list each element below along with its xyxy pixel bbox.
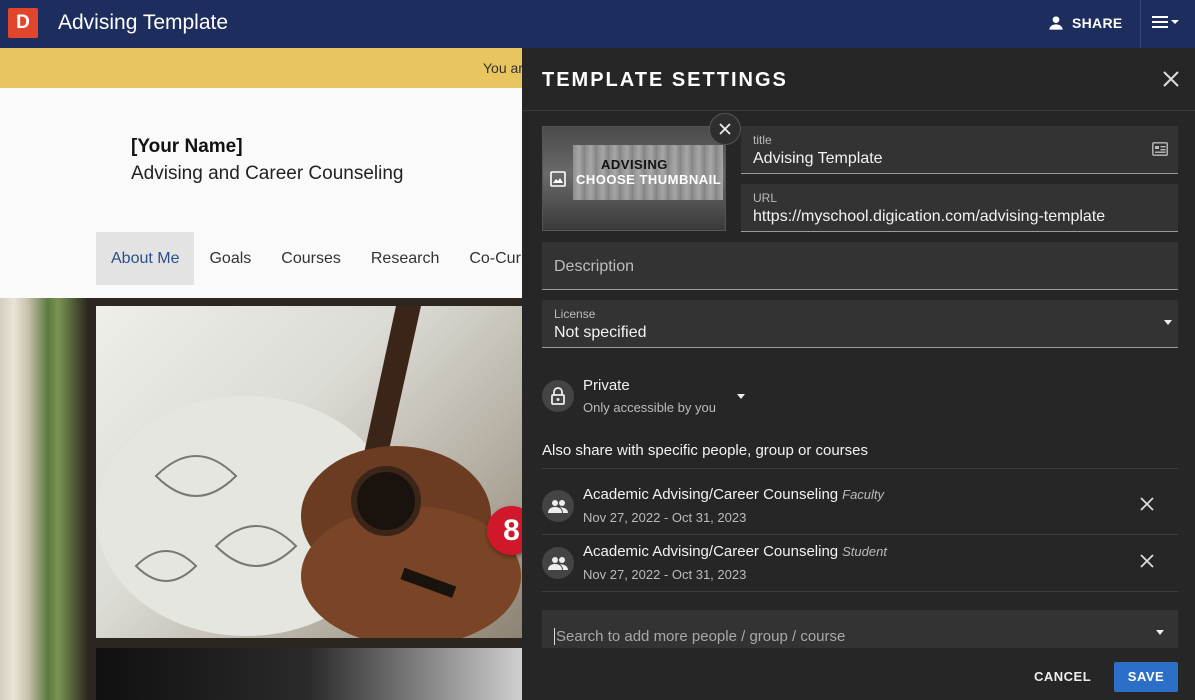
license-label: License [554,307,596,321]
privacy-setting-title[interactable]: Private [583,377,630,394]
license-select[interactable]: License Not specified [542,300,1178,348]
title-field[interactable]: title Advising Template [741,126,1178,174]
share-list-bottom-divider [542,591,1178,592]
share-date-range: Nov 27, 2022 - Oct 31, 2023 [583,567,747,582]
panel-title: TEMPLATE SETTINGS [542,69,788,91]
id-card-icon [1152,142,1168,156]
license-dropdown-arrow-icon [1164,320,1172,325]
close-icon [1140,554,1154,568]
close-icon [1163,71,1179,87]
group-icon [542,490,574,522]
remove-share-button[interactable] [1140,554,1154,573]
nav-item-courses[interactable]: Courses [266,232,356,285]
share-list-divider [542,468,1178,469]
topbar-divider [1140,0,1141,48]
template-settings-panel: TEMPLATE SETTINGS ADVISING CHOOSE THUMBN… [522,48,1195,700]
save-button[interactable]: SAVE [1114,662,1178,692]
close-icon [1140,497,1154,511]
secondary-photo [96,648,522,700]
share-search-input[interactable]: Search to add more people / group / cour… [542,610,1178,648]
choose-thumbnail-label: CHOOSE THUMBNAIL [576,171,722,187]
share-list-item: Academic Advising/Career Counseling Facul… [542,477,1178,533]
top-bar: D Advising Template SHARE [0,0,1195,48]
title-field-icon [1152,142,1168,161]
share-list-item: Academic Advising/Career Counseling Stude… [542,534,1178,590]
close-icon [719,123,731,135]
description-field[interactable]: Description [542,242,1178,290]
panel-header-divider [522,110,1195,111]
privacy-setting-description: Only accessible by you [583,400,716,415]
digication-logo[interactable]: D [8,8,38,38]
nav-item-research[interactable]: Research [356,232,454,285]
url-field-value: https://myschool.digication.com/advising… [753,208,1106,225]
thumbnail-picker[interactable]: ADVISING CHOOSE THUMBNAIL [542,126,726,231]
share-group-role: Student [842,544,887,559]
share-date-range: Nov 27, 2022 - Oct 31, 2023 [583,510,747,525]
also-share-heading: Also share with specific people, group o… [542,442,869,459]
thumbnail-preview-text: ADVISING [601,157,668,172]
portfolio-subtitle: Advising and Career Counseling [131,163,404,184]
books-image [0,298,96,700]
share-group-title: Academic Advising/Career Counseling [583,486,839,503]
share-group-name: Academic Advising/Career Counseling Facul… [583,486,884,503]
search-placeholder: Search to add more people / group / cour… [554,628,846,645]
portfolio-header: [Your Name] Advising and Career Counseli… [0,88,522,298]
share-group-title: Academic Advising/Career Counseling [583,543,839,560]
share-button[interactable]: SHARE [1048,13,1123,33]
share-group-name: Academic Advising/Career Counseling Stude… [583,543,887,560]
chevron-down-icon [1171,20,1179,24]
person-icon [1049,16,1063,30]
guitar-photo [96,306,522,638]
url-field[interactable]: URL https://myschool.digication.com/advi… [741,184,1178,232]
url-field-label: URL [753,191,778,205]
nav-item-co-curricular[interactable]: Co-Curr [454,232,522,285]
privacy-dropdown-arrow-icon[interactable] [737,394,745,399]
title-field-label: title [753,133,772,147]
group-icon [542,547,574,579]
choose-thumbnail-button[interactable]: CHOOSE THUMBNAIL [550,171,721,187]
main-menu-button[interactable] [1152,14,1180,30]
portfolio-nav: About Me Goals Courses Research Co-Curr [96,232,522,285]
share-button-label: SHARE [1072,15,1123,31]
remove-share-button[interactable] [1140,497,1154,516]
share-group-role: Faculty [842,487,885,502]
banner-text: You ar [483,60,523,76]
page-hero-images [0,298,522,700]
license-value: Not specified [554,324,647,341]
image-icon [550,171,566,187]
title-field-value: Advising Template [753,150,883,167]
remove-thumbnail-button[interactable] [709,113,741,145]
nav-item-about-me[interactable]: About Me [96,232,195,285]
close-panel-button[interactable] [1162,70,1180,93]
search-dropdown-arrow-icon[interactable] [1156,630,1164,635]
nav-item-goals[interactable]: Goals [194,232,266,285]
portfolio-owner-name: [Your Name] [131,136,243,157]
cancel-button[interactable]: CANCEL [1020,662,1105,692]
description-placeholder: Description [554,258,635,275]
lock-icon [542,380,574,412]
app-title: Advising Template [58,11,229,34]
hamburger-menu-icon [1152,16,1168,28]
notice-banner: You ar [0,48,523,88]
